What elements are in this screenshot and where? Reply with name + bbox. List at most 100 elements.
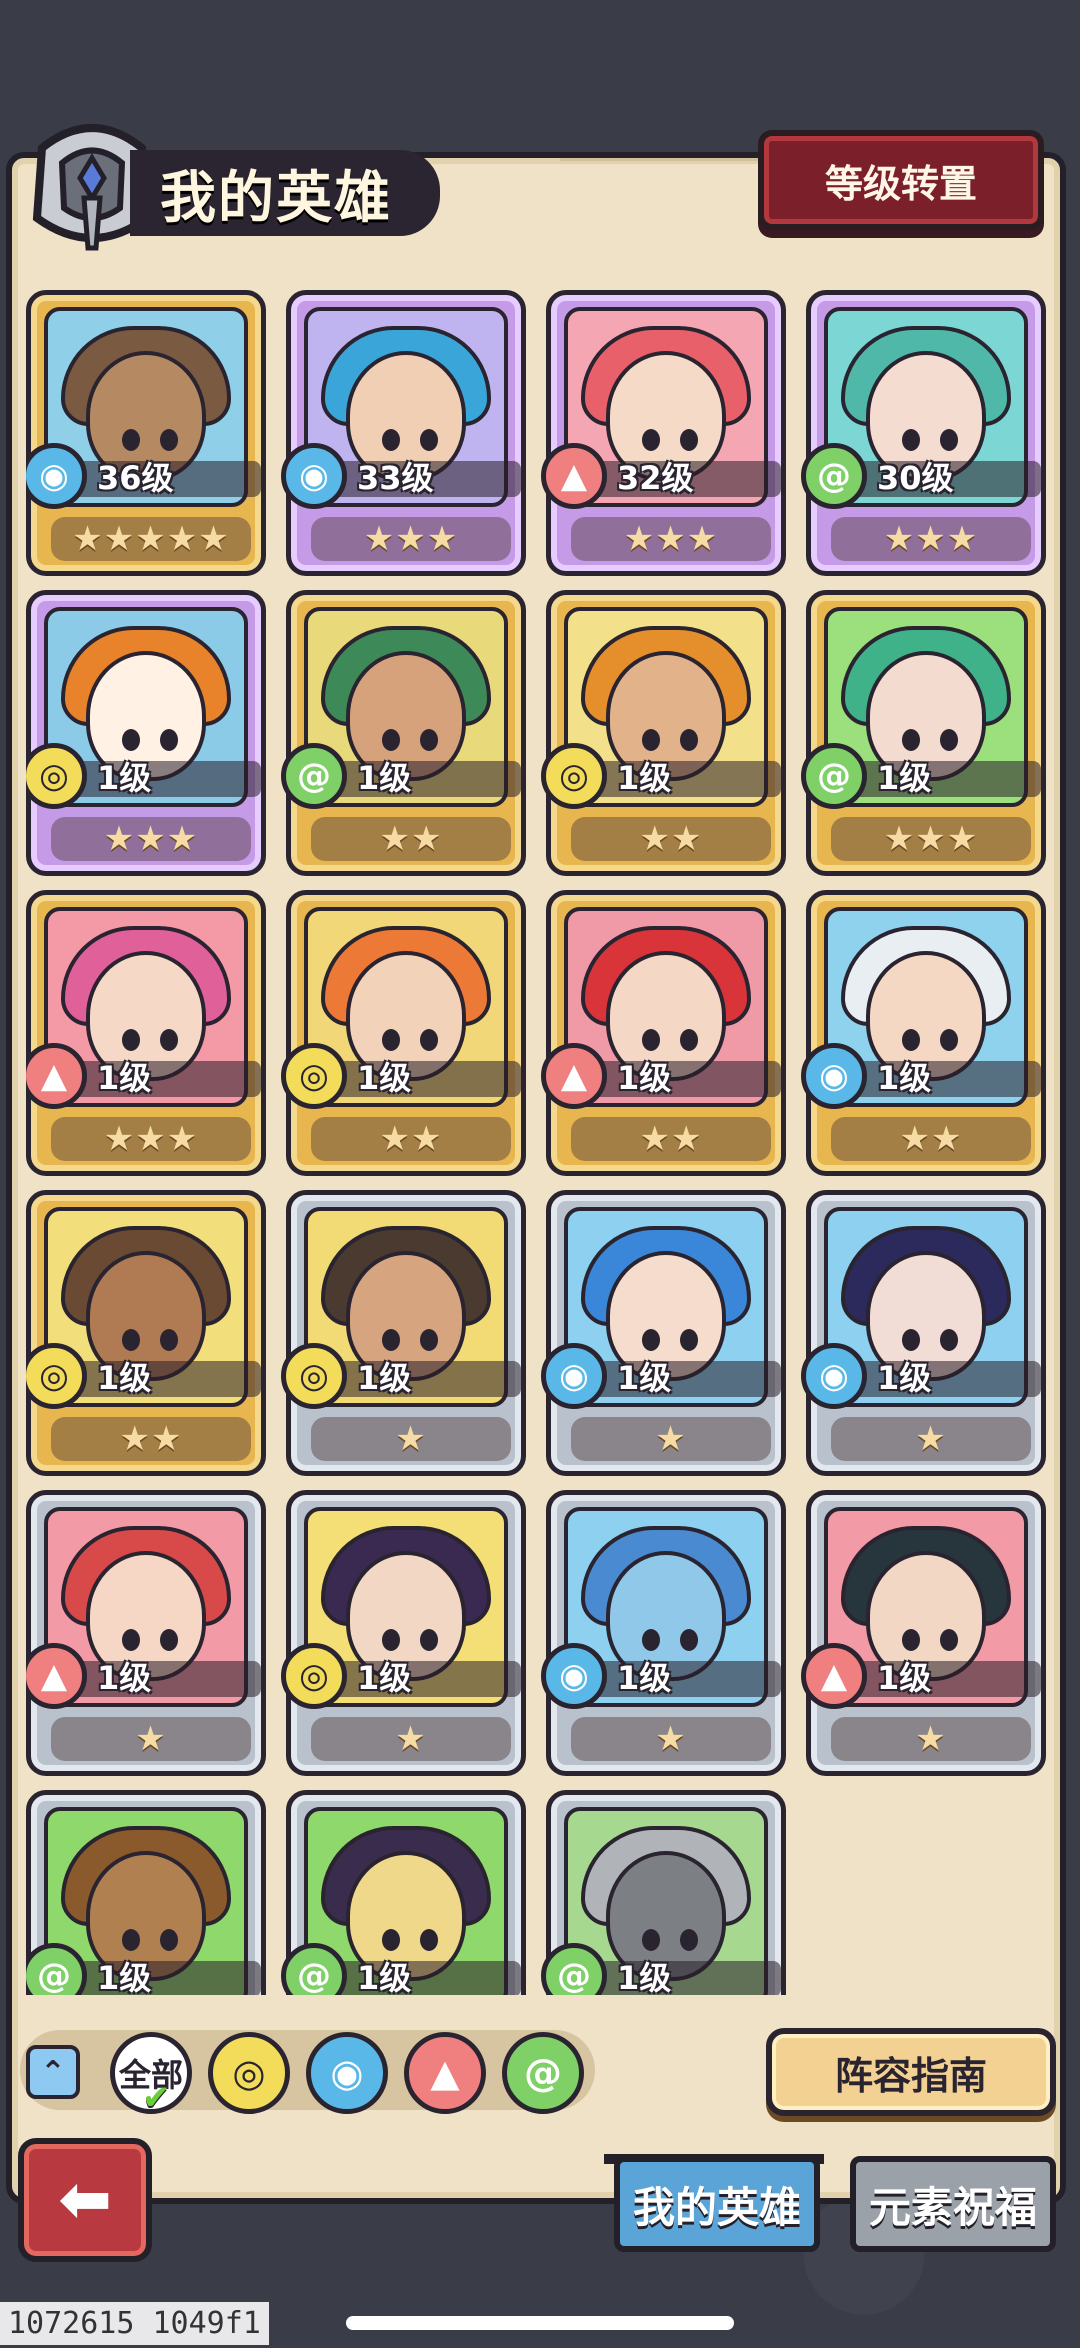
wind-element-icon: @ [524,2051,562,2095]
star-rating: ★★★★★ [51,517,251,561]
hero-card[interactable]: ◎ 1级 ★★ [541,590,786,876]
earth-element-icon: ◎ [232,2051,266,2095]
star-rating: ★★ [571,1117,771,1161]
hero-card[interactable]: ◉ 1级 ★ [801,1190,1046,1476]
filter-water-button[interactable]: ◉ [306,2032,388,2114]
hero-eye [642,729,660,751]
hero-level: 1级 [877,1659,932,1697]
build-id: 1072615 1049f1 [0,2302,269,2345]
chevron-up-icon[interactable]: ⌃ [26,2045,80,2099]
hero-card[interactable]: @1级★ [541,1790,786,1995]
hero-eye [940,1329,958,1351]
lineup-guide-button[interactable]: 阵容指南 [766,2028,1056,2116]
star-rating: ★★ [311,817,511,861]
hero-eye [160,1029,178,1051]
hero-eye [940,1029,958,1051]
home-indicator[interactable] [346,2316,734,2330]
earth-element-icon: ◎ [541,743,607,809]
hero-card[interactable]: ▲ 1级 ★ [26,1490,266,1776]
back-arrow-icon: ⬅ [58,2163,112,2237]
hero-card[interactable]: ◎ 1级 ★★★ [26,590,266,876]
hero-card[interactable]: ◉ 33级 ★★★ [281,290,526,576]
star-rating: ★ [831,1717,1031,1761]
star-rating: ★ [831,1417,1031,1461]
hero-eye [420,1329,438,1351]
hero-level: 1级 [617,759,672,797]
filter-fire-button[interactable]: ▲ [404,2032,486,2114]
hero-eye [642,1329,660,1351]
hero-card[interactable]: ◎ 1级 ★★ [26,1190,266,1476]
hero-card[interactable]: @1级★ [26,1790,266,1995]
hero-eye [122,1029,140,1051]
hero-level: 1级 [97,1359,152,1397]
page-title: 我的英雄 [130,150,440,236]
hero-eye [680,429,698,451]
hero-level: 1级 [97,1059,152,1097]
hero-eye [680,1929,698,1951]
hero-eye [122,1629,140,1651]
hero-level: 1级 [617,1659,672,1697]
hero-eye [160,1329,178,1351]
earth-element-icon: ◎ [281,1643,347,1709]
hero-level: 1级 [877,1059,932,1097]
hero-card[interactable]: ▲ 32级 ★★★ [541,290,786,576]
hero-eye [642,1029,660,1051]
water-element-icon: ◉ [801,1043,867,1109]
hero-card[interactable]: ◉ 1级 ★★ [801,890,1046,1176]
tab-my-heroes[interactable]: 我的英雄 [614,2156,820,2252]
hero-eye [940,1629,958,1651]
filter-earth-button[interactable]: ◎ [208,2032,290,2114]
hero-card[interactable]: ◉ 1级 ★ [541,1490,786,1776]
hero-level: 1级 [357,759,412,797]
star-rating: ★★ [831,1117,1031,1161]
fire-element-icon: ▲ [541,443,607,509]
hero-level: 1级 [617,1059,672,1097]
hero-eye [420,729,438,751]
hero-level: 36级 [97,459,174,497]
hero-level: 33级 [357,459,434,497]
hero-eye [420,1629,438,1651]
hero-eye [382,1629,400,1651]
tab-element-blessing[interactable]: 元素祝福 [850,2156,1056,2252]
hero-eye [122,1329,140,1351]
hero-eye [160,1929,178,1951]
water-element-icon: ◉ [541,1343,607,1409]
star-rating: ★★★ [311,517,511,561]
level-transfer-button[interactable]: 等级转置 [758,130,1044,230]
water-element-icon: ◉ [801,1343,867,1409]
hero-card[interactable]: @1级★ [281,1790,526,1995]
hero-eye [382,1329,400,1351]
hero-card[interactable]: @30级 ★★★ [801,290,1046,576]
hero-card[interactable]: ▲ 1级 ★★ [541,890,786,1176]
hero-eye [940,429,958,451]
hero-eye [160,729,178,751]
hero-eye [680,1029,698,1051]
hero-card[interactable]: ◎ 1级 ★★ [281,890,526,1176]
water-element-icon: ◉ [330,2051,364,2095]
earth-element-icon: ◎ [281,1343,347,1409]
star-rating: ★ [311,1417,511,1461]
hero-eye [902,729,920,751]
hero-eye [122,429,140,451]
hero-card[interactable]: ▲ 1级 ★ [801,1490,1046,1776]
hero-card[interactable]: ▲ 1级 ★★★ [26,890,266,1176]
hero-card[interactable]: ◎ 1级 ★ [281,1190,526,1476]
hero-card[interactable]: @1级 ★★ [281,590,526,876]
filter-wind-button[interactable]: @ [502,2032,584,2114]
hero-eye [680,729,698,751]
hero-eye [382,1929,400,1951]
star-rating: ★ [571,1717,771,1761]
fire-element-icon: ▲ [541,1043,607,1109]
hero-level: 1级 [97,1959,152,1995]
star-rating: ★★ [571,817,771,861]
hero-eye [420,1029,438,1051]
hero-card[interactable]: ◎ 1级 ★ [281,1490,526,1776]
hero-card[interactable]: @1级 ★★★ [801,590,1046,876]
hero-grid: ◉ 36级 ★★★★★ ◉ 33级 ★★★ ▲ 32级 ★★★ @30级 ★★★ ◎ 1级 ★★★ @1级 ★… [26,290,1056,1995]
hero-eye [680,1629,698,1651]
hero-card[interactable]: ◉ 1级 ★ [541,1190,786,1476]
hero-eye [122,1929,140,1951]
hero-card[interactable]: ◉ 36级 ★★★★★ [26,290,266,576]
hero-level: 1级 [357,1059,412,1097]
back-arrow-button[interactable]: ⬅ [18,2138,152,2262]
